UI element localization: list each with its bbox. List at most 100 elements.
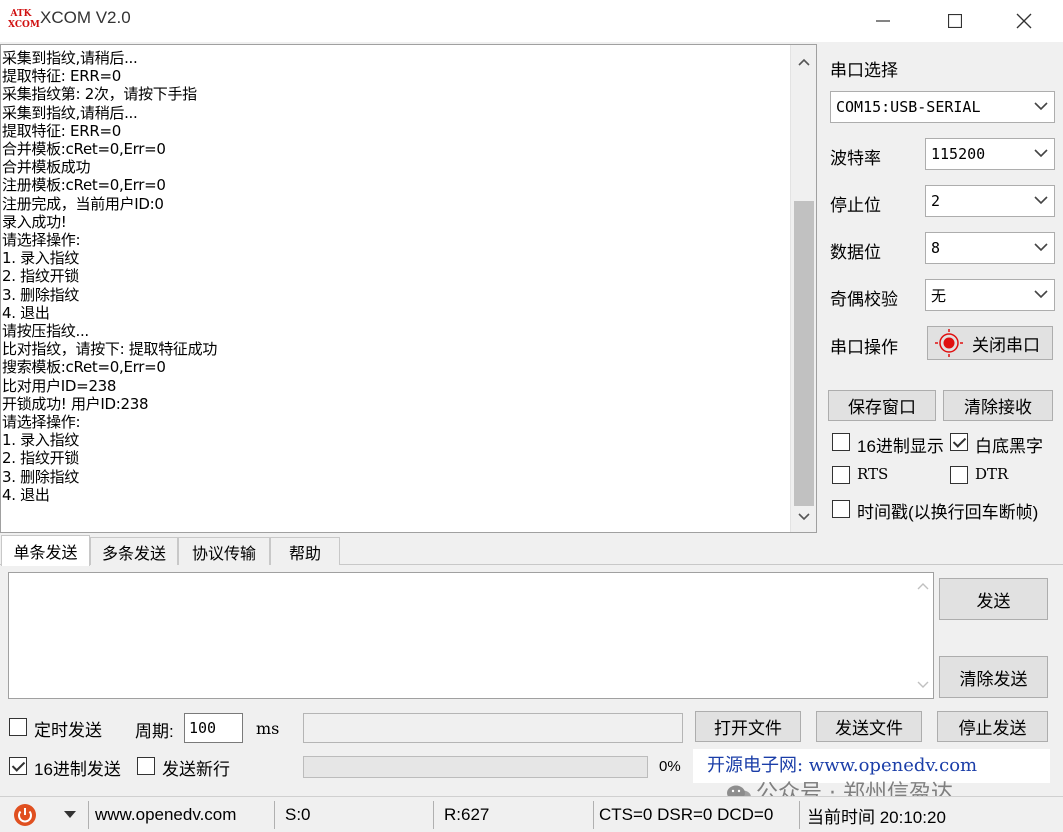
status-received: R:627: [444, 805, 490, 824]
receive-line: 注册模板:cRet=0,Err=0: [2, 176, 166, 195]
status-divider: [433, 801, 434, 829]
port-select[interactable]: COM15:USB-SERIAL: [830, 91, 1055, 123]
tab-single-send[interactable]: 单条发送: [1, 535, 90, 566]
send-newline-label: 发送新行: [162, 760, 230, 779]
receive-line: 3. 删除指纹: [2, 285, 79, 304]
white-black-checkbox[interactable]: [950, 433, 968, 451]
close-icon: [1016, 13, 1032, 29]
timed-send-checkbox[interactable]: [9, 718, 27, 736]
send-input[interactable]: [8, 572, 934, 699]
chevron-down-icon: [917, 681, 929, 688]
power-icon: [14, 804, 36, 826]
status-url[interactable]: www.openedv.com: [95, 799, 236, 831]
timestamp-checkbox[interactable]: [832, 500, 850, 518]
stopbits-select[interactable]: 2: [925, 185, 1055, 217]
maximize-button[interactable]: [919, 0, 991, 42]
receive-line: 提取特征: ERR=0: [2, 67, 121, 86]
tab-protocol[interactable]: 协议传输: [178, 537, 270, 565]
progress-percent: 0%: [659, 758, 681, 775]
receive-line: 注册完成，当前用户ID:0: [2, 194, 164, 213]
port-select-label: 串口选择: [830, 61, 898, 80]
chevron-down-icon: [798, 513, 810, 521]
chevron-up-icon: [798, 58, 810, 66]
app-logo: ATK XCOM: [8, 8, 40, 32]
port-status-icon: [935, 329, 963, 357]
receive-line: 比对用户ID=238: [2, 376, 117, 395]
chevron-down-icon: [1034, 290, 1048, 299]
hex-send-label: 16进制发送: [34, 760, 121, 779]
send-scrollbar[interactable]: [913, 573, 933, 698]
chevron-down-icon: [1034, 243, 1048, 252]
dtr-label: DTR: [975, 465, 1009, 483]
hex-send-checkbox[interactable]: [9, 757, 27, 775]
close-port-button[interactable]: 关闭串口: [927, 326, 1053, 360]
receive-line: 采集到指纹,请稍后...: [2, 103, 138, 122]
tab-multi-send[interactable]: 多条发送: [90, 537, 178, 565]
receive-text: 采集到指纹,请稍后... 提取特征: ERR=0 采集指纹第: 2次，请按下手指 采集…: [2, 49, 782, 504]
dtr-checkbox[interactable]: [950, 466, 968, 484]
period-label: 周期:: [135, 722, 174, 741]
status-sent: S:0: [285, 805, 311, 824]
receive-scrollbar[interactable]: [790, 45, 816, 532]
receive-line: 请按压指纹...: [2, 322, 89, 341]
receive-area[interactable]: 采集到指纹,请稍后... 提取特征: ERR=0 采集指纹第: 2次，请按下手指 采集…: [0, 44, 817, 533]
port-select-value: COM15:USB-SERIAL: [836, 98, 981, 116]
rts-checkbox[interactable]: [832, 466, 850, 484]
minimize-button[interactable]: [847, 0, 919, 42]
chevron-down-icon: [1034, 102, 1048, 111]
minimize-icon: [876, 20, 890, 22]
databits-label: 数据位: [830, 243, 881, 262]
file-path-field[interactable]: [303, 713, 683, 743]
receive-line: 采集到指纹,请稍后...: [2, 49, 138, 67]
parity-label: 奇偶校验: [830, 290, 898, 309]
close-button[interactable]: [988, 0, 1060, 42]
title-bar: ATK XCOM XCOM V2.0: [0, 0, 1063, 42]
status-time: 当前时间 20:10:20: [807, 807, 946, 827]
receive-line: 录入成功!: [2, 212, 67, 231]
scroll-thumb[interactable]: [794, 201, 814, 506]
save-window-button[interactable]: 保存窗口: [828, 390, 936, 421]
menu-dropdown[interactable]: [64, 799, 76, 831]
open-file-button[interactable]: 打开文件: [695, 711, 801, 742]
parity-select[interactable]: 无: [925, 279, 1055, 311]
send-newline-checkbox[interactable]: [137, 757, 155, 775]
receive-line: 1. 录入指纹: [2, 431, 79, 450]
clear-receive-button[interactable]: 清除接收: [943, 390, 1053, 421]
chevron-down-icon: [1034, 196, 1048, 205]
clear-send-button[interactable]: 清除发送: [939, 656, 1048, 698]
parity-value: 无: [931, 286, 947, 305]
chevron-down-icon: [1034, 149, 1048, 158]
baud-select[interactable]: 115200: [925, 138, 1055, 170]
receive-line: 提取特征: ERR=0: [2, 121, 121, 140]
maximize-icon: [948, 14, 962, 28]
logo-text-bottom: XCOM: [8, 20, 40, 30]
baud-value: 115200: [931, 145, 986, 163]
receive-line: 3. 删除指纹: [2, 467, 79, 486]
send-button[interactable]: 发送: [939, 578, 1048, 620]
scroll-up-button[interactable]: [791, 47, 816, 77]
rts-label: RTS: [857, 465, 889, 483]
receive-line: 2. 指纹开锁: [2, 267, 79, 286]
stopbits-value: 2: [931, 192, 941, 210]
white-black-label: 白底黑字: [975, 437, 1043, 456]
receive-line: 合并模板:cRet=0,Err=0: [2, 140, 166, 159]
receive-line: 开锁成功! 用户ID:238: [2, 394, 149, 413]
logo-text-top: ATK: [10, 9, 32, 19]
chevron-up-icon: [917, 583, 929, 590]
caret-down-icon: [64, 811, 76, 818]
close-port-label: 关闭串口: [972, 335, 1040, 355]
scroll-down-button[interactable]: [791, 502, 816, 532]
databits-select[interactable]: 8: [925, 232, 1055, 264]
send-file-button[interactable]: 发送文件: [816, 711, 922, 742]
status-divider: [799, 801, 800, 829]
period-input[interactable]: 100: [184, 713, 243, 743]
stop-send-button[interactable]: 停止发送: [937, 711, 1048, 742]
hex-display-checkbox[interactable]: [832, 433, 850, 451]
status-bar: www.openedv.com S:0 R:627 CTS=0 DSR=0 DC…: [0, 796, 1063, 832]
ad-text: 开源电子网: www.openedv.com: [707, 755, 978, 776]
send-progress-bar: [303, 756, 648, 778]
tab-help[interactable]: 帮助: [270, 537, 340, 565]
hex-display-label: 16进制显示: [857, 437, 944, 456]
receive-line: 请选择操作:: [2, 413, 81, 432]
settings-button[interactable]: [12, 799, 38, 831]
